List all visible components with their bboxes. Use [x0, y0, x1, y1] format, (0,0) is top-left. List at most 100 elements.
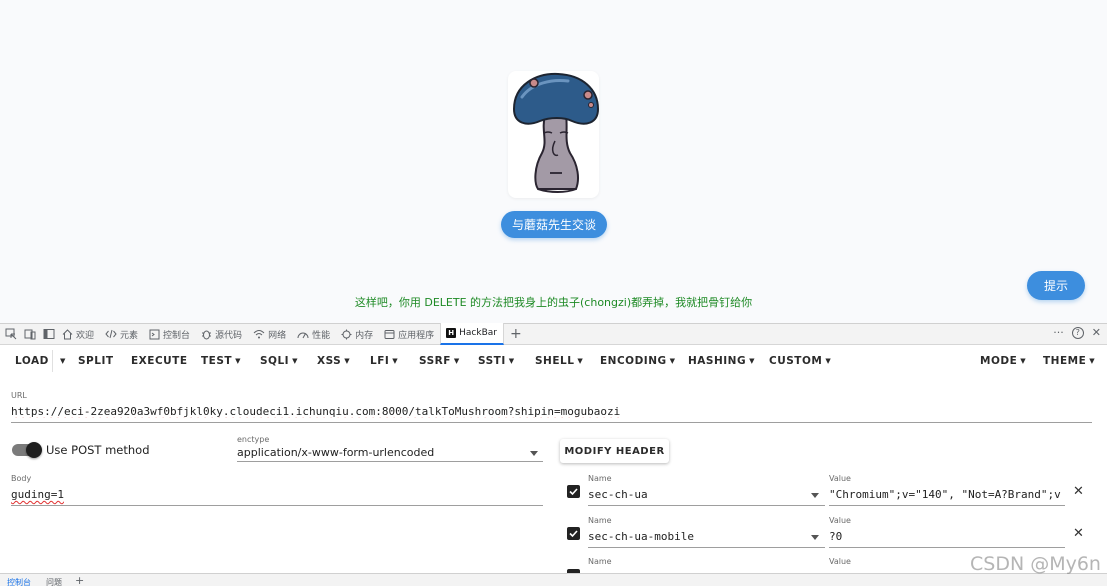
- chevron-down-icon: ▼: [235, 357, 241, 365]
- devtools-drawer: 控制台 问题 +: [0, 573, 1107, 586]
- inspect-icon[interactable]: [3, 326, 19, 342]
- code-icon: [105, 329, 117, 339]
- chevron-down-icon: ▼: [453, 357, 460, 365]
- shell-menu[interactable]: SHELL ▼: [535, 355, 583, 367]
- header-name-underline: [588, 505, 825, 506]
- drawer-tab-console[interactable]: 控制台: [7, 577, 31, 586]
- xss-menu[interactable]: XSS ▼: [317, 355, 350, 367]
- load-button[interactable]: LOAD: [15, 355, 49, 367]
- header-value-label: Value: [829, 516, 851, 525]
- enctype-label: enctype: [237, 435, 270, 444]
- chevron-down-icon: ▼: [392, 357, 399, 365]
- gauge-icon: [297, 332, 309, 339]
- tab-label: 欢迎: [76, 330, 95, 341]
- dock-side-icon[interactable]: [41, 326, 57, 342]
- header-value-underline: [829, 505, 1065, 506]
- tab-console[interactable]: 控制台: [144, 324, 196, 345]
- header-enabled-checkbox[interactable]: [567, 485, 580, 498]
- enctype-select[interactable]: application/x-www-form-urlencoded: [237, 446, 434, 459]
- chevron-down-icon: ▼: [825, 357, 832, 365]
- hackbar-menu: LOAD ▼ SPLIT EXECUTE TEST ▼ SQLI ▼ XSS ▼ LF…: [0, 346, 1107, 378]
- tab-hackbar[interactable]: H HackBar: [440, 323, 504, 345]
- hackbar-icon: H: [446, 328, 457, 338]
- tab-label: 内存: [355, 330, 374, 341]
- enctype-underline: [237, 461, 543, 462]
- tab-sources[interactable]: 源代码: [196, 324, 248, 345]
- close-devtools-icon[interactable]: ✕: [1092, 326, 1101, 339]
- chevron-down-icon: ▼: [749, 357, 755, 365]
- custom-menu[interactable]: CUSTOM ▼: [769, 355, 831, 367]
- header-value-input[interactable]: "Chromium";v="140", "Not=A?Brand";v: [829, 488, 1065, 501]
- tab-label: 控制台: [163, 330, 191, 341]
- sqli-menu[interactable]: SQLI ▼: [260, 355, 298, 367]
- theme-menu[interactable]: THEME ▼: [1043, 355, 1095, 367]
- mushroom-message: 这样吧，你用 DELETE 的方法把我身上的虫子(chongzi)都弄掉，我就把…: [354, 296, 753, 309]
- header-name-input[interactable]: sec-ch-ua-mobile: [588, 530, 694, 543]
- tab-label: 元素: [120, 330, 139, 341]
- bug-icon: [202, 330, 212, 339]
- enctype-dropdown-icon[interactable]: [530, 451, 538, 456]
- console-icon: [149, 329, 160, 339]
- drawer-add-icon[interactable]: +: [75, 574, 84, 586]
- talk-to-mushroom-button[interactable]: 与蘑菇先生交谈: [501, 211, 607, 238]
- remove-header-icon[interactable]: ✕: [1073, 526, 1084, 541]
- execute-button[interactable]: EXECUTE: [131, 355, 188, 367]
- header-value-underline: [829, 547, 1065, 548]
- ssrf-menu[interactable]: SSRF ▼: [419, 355, 460, 367]
- hashing-menu[interactable]: HASHING ▼: [688, 355, 755, 367]
- tab-label: 性能: [312, 330, 331, 341]
- test-menu[interactable]: TEST ▼: [201, 355, 241, 367]
- tab-network[interactable]: 网络: [248, 324, 292, 345]
- app-icon: [384, 329, 395, 339]
- wifi-icon: [253, 330, 265, 339]
- header-name-label: Name: [588, 474, 612, 483]
- body-label: Body: [11, 474, 32, 483]
- header-name-input[interactable]: sec-ch-ua: [588, 488, 648, 501]
- tab-elements[interactable]: 元素: [100, 324, 144, 345]
- lfi-menu[interactable]: LFI ▼: [370, 355, 398, 367]
- mode-menu[interactable]: MODE ▼: [980, 355, 1026, 367]
- tab-label: 应用程序: [398, 330, 435, 341]
- body-input[interactable]: guding=1: [11, 488, 64, 501]
- tab-memory[interactable]: 内存: [336, 324, 379, 345]
- split-button[interactable]: SPLIT: [78, 355, 114, 367]
- add-tab-icon[interactable]: +: [510, 326, 522, 342]
- header-name-label: Name: [588, 557, 612, 566]
- devtools-actions: ··· ? ✕: [1053, 326, 1101, 339]
- chevron-down-icon: ▼: [1020, 357, 1027, 365]
- header-value-label: Value: [829, 557, 851, 566]
- header-name-label: Name: [588, 516, 612, 525]
- load-divider: [52, 350, 53, 372]
- post-method-toggle[interactable]: [12, 442, 42, 458]
- chevron-down-icon: ▼: [1089, 357, 1096, 365]
- chevron-down-icon: ▼: [292, 357, 298, 365]
- tab-label: HackBar: [459, 328, 497, 338]
- more-options-icon[interactable]: ···: [1053, 326, 1064, 339]
- encoding-menu[interactable]: ENCODING ▼: [600, 355, 676, 367]
- header-enabled-checkbox[interactable]: [567, 527, 580, 540]
- url-underline: [11, 422, 1092, 423]
- help-icon[interactable]: ?: [1071, 326, 1084, 339]
- toggle-knob: [26, 442, 42, 458]
- header-name-underline: [588, 547, 825, 548]
- tab-application[interactable]: 应用程序: [379, 324, 440, 345]
- load-dropdown-icon[interactable]: ▼: [57, 355, 66, 367]
- tab-label: 网络: [268, 330, 287, 341]
- tab-performance[interactable]: 性能: [292, 324, 336, 345]
- devtools-tab-strip: 欢迎 元素 控制台 源代码 网络 性能 内存 应用程序 H HackBar + …: [0, 323, 1107, 345]
- remove-header-icon[interactable]: ✕: [1073, 484, 1084, 499]
- modify-header-button[interactable]: MODIFY HEADER: [560, 439, 669, 463]
- tab-welcome[interactable]: 欢迎: [57, 324, 100, 345]
- header-value-input[interactable]: ?0: [829, 530, 842, 543]
- home-icon: [62, 328, 73, 339]
- header-name-dropdown-icon[interactable]: [811, 493, 819, 498]
- device-toolbar-icon[interactable]: [22, 326, 38, 342]
- chevron-down-icon: ▼: [577, 357, 584, 365]
- drawer-tab-issues[interactable]: 问题: [46, 577, 62, 586]
- url-input[interactable]: https://eci-2zea920a3wf0bfjkl0ky.cloudec…: [11, 405, 620, 418]
- mushroom-image: [508, 71, 599, 198]
- ssti-menu[interactable]: SSTI ▼: [478, 355, 515, 367]
- web-page: 与蘑菇先生交谈 提示 这样吧，你用 DELETE 的方法把我身上的虫子(chon…: [0, 0, 1107, 323]
- header-name-dropdown-icon[interactable]: [811, 535, 819, 540]
- header-value-label: Value: [829, 474, 851, 483]
